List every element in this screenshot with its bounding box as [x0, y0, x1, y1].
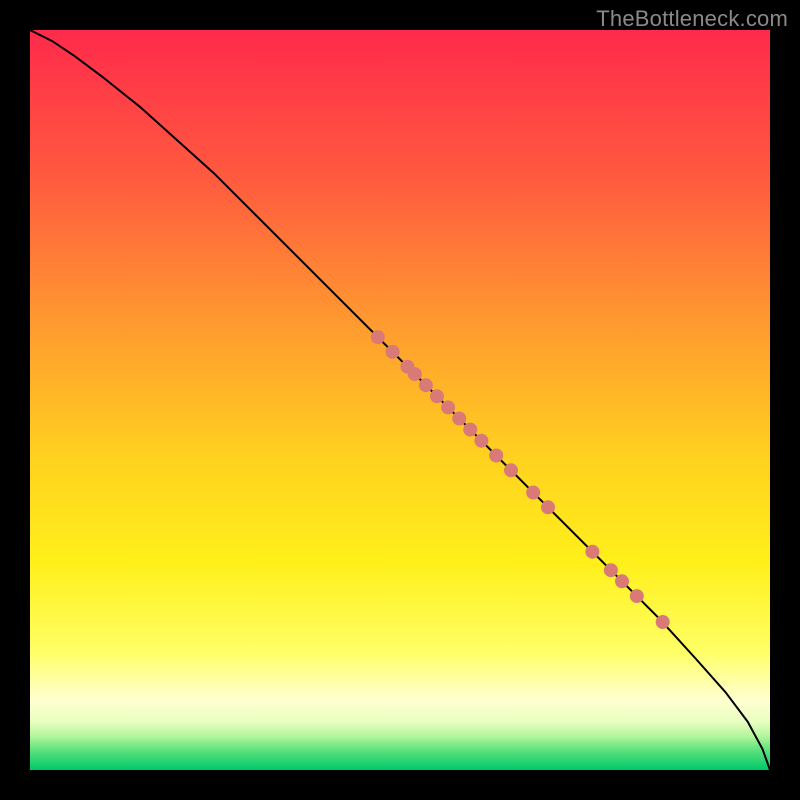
scatter-point — [504, 463, 518, 477]
scatter-point — [474, 434, 488, 448]
chart-svg — [30, 30, 770, 770]
scatter-point — [541, 500, 555, 514]
scatter-point — [656, 615, 670, 629]
scatter-point — [441, 400, 455, 414]
chart-stage: TheBottleneck.com — [0, 0, 800, 800]
scatter-point — [430, 389, 444, 403]
scatter-point — [615, 574, 629, 588]
scatter-point — [419, 378, 433, 392]
scatter-point — [408, 367, 422, 381]
scatter-point — [526, 486, 540, 500]
scatter-point — [489, 449, 503, 463]
scatter-point — [371, 330, 385, 344]
plot-area — [30, 30, 770, 770]
scatter-point — [452, 412, 466, 426]
watermark-label: TheBottleneck.com — [596, 6, 788, 32]
scatter-point — [386, 345, 400, 359]
scatter-point — [585, 545, 599, 559]
gradient-background — [30, 30, 770, 770]
scatter-point — [463, 423, 477, 437]
scatter-point — [630, 589, 644, 603]
scatter-point — [604, 563, 618, 577]
